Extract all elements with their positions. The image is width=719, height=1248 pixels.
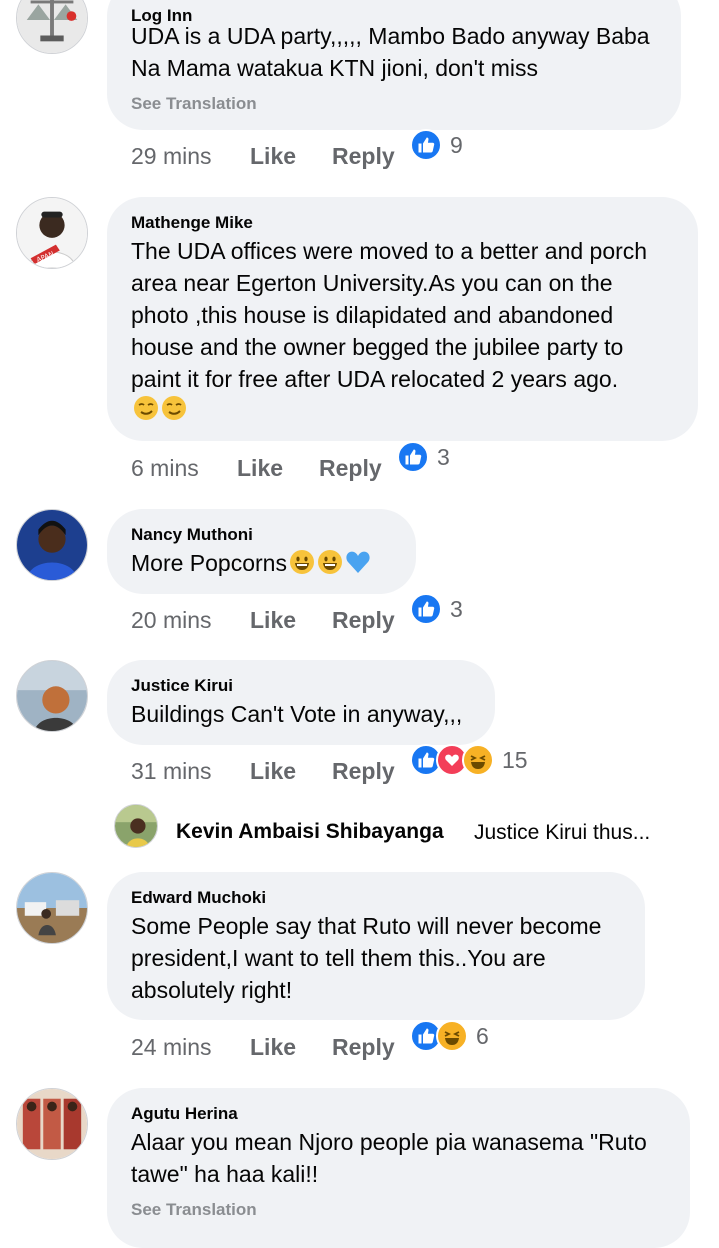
avatar[interactable] <box>16 660 88 732</box>
avatar[interactable] <box>16 509 88 581</box>
comment-text: Alaar you mean Njoro people pia wanasema… <box>131 1129 647 1187</box>
reaction-summary[interactable]: 3 <box>410 593 463 625</box>
reaction-count: 9 <box>450 131 463 158</box>
like-button[interactable]: Like <box>237 455 283 482</box>
reply-button[interactable]: Reply <box>332 758 395 785</box>
comment-text: The UDA offices were moved to a better a… <box>131 238 648 392</box>
like-reaction-icon <box>410 129 442 161</box>
like-button[interactable]: Like <box>250 607 296 634</box>
like-button[interactable]: Like <box>250 143 296 170</box>
blue-heart-emoji <box>345 549 371 575</box>
reaction-summary[interactable]: 6 <box>410 1020 489 1052</box>
reaction-count: 3 <box>450 595 463 622</box>
comment-bubble: Log Inn UDA is a UDA party,,,,, Mambo Ba… <box>107 0 681 130</box>
like-reaction-icon <box>397 441 429 473</box>
comment-time[interactable]: 24 mins <box>131 1034 212 1061</box>
reaction-count: 6 <box>476 1022 489 1049</box>
comment-actions: 20 mins Like Reply 3 <box>131 593 691 641</box>
comment-bubble: Justice Kirui Buildings Can't Vote in an… <box>107 660 495 745</box>
see-translation-link[interactable]: See Translation <box>131 1200 257 1220</box>
avatar[interactable]: APAN <box>16 197 88 269</box>
reply-snippet: Justice Kirui thus... <box>474 821 651 844</box>
see-translation-link[interactable]: See Translation <box>131 94 257 114</box>
comment-bubble: Mathenge Mike The UDA offices were moved… <box>107 197 698 441</box>
comment-text: UDA is a UDA party,,,,, Mambo Bado anywa… <box>131 23 650 81</box>
like-reaction-icon <box>410 593 442 625</box>
avatar[interactable] <box>16 1088 88 1160</box>
smirk-emoji <box>133 395 159 421</box>
comment-time[interactable]: 29 mins <box>131 143 212 170</box>
like-button[interactable]: Like <box>250 1034 296 1061</box>
comment-text: Some People say that Ruto will never bec… <box>131 913 602 1003</box>
comment-bubble: Edward Muchoki Some People say that Ruto… <box>107 872 645 1020</box>
comment-text-row: More Popcorns <box>131 547 371 579</box>
reply-preview[interactable]: Kevin Ambaisi Shibayanga Justice Kirui t… <box>114 804 714 850</box>
comment-actions: 6 mins Like Reply 3 <box>131 441 691 489</box>
reaction-summary[interactable]: 15 <box>410 744 528 776</box>
avatar[interactable] <box>16 872 88 944</box>
comment-time[interactable]: 20 mins <box>131 607 212 634</box>
comment-author[interactable]: Edward Muchoki <box>131 888 266 908</box>
haha-reaction-icon <box>436 1020 468 1052</box>
comment-actions: 24 mins Like Reply 6 <box>131 1020 691 1068</box>
comment-text: Buildings Can't Vote in anyway,,, <box>131 701 463 727</box>
like-button[interactable]: Like <box>250 758 296 785</box>
comment-time[interactable]: 31 mins <box>131 758 212 785</box>
reply-author[interactable]: Kevin Ambaisi Shibayanga <box>176 820 444 844</box>
haha-reaction-icon <box>462 744 494 776</box>
reply-button[interactable]: Reply <box>332 1034 395 1061</box>
comment-bubble: Agutu Herina Alaar you mean Njoro people… <box>107 1088 690 1248</box>
comment-actions: 31 mins Like Reply 15 <box>131 744 691 792</box>
avatar[interactable] <box>16 0 88 54</box>
comment-bubble: Nancy Muthoni More Popcorns <box>107 509 416 594</box>
grin-emoji <box>317 549 343 575</box>
reaction-summary[interactable]: 3 <box>397 441 450 473</box>
comment-author[interactable]: Justice Kirui <box>131 676 233 696</box>
comment-author[interactable]: Agutu Herina <box>131 1104 238 1124</box>
smirk-emoji <box>161 395 187 421</box>
comment-emojis <box>131 395 187 422</box>
avatar <box>114 804 158 848</box>
grin-emoji <box>289 549 315 575</box>
reaction-count: 3 <box>437 443 450 470</box>
reaction-count: 15 <box>502 746 528 773</box>
reaction-summary[interactable]: 9 <box>410 129 463 161</box>
comment-author[interactable]: Mathenge Mike <box>131 213 253 233</box>
comment-actions: 29 mins Like Reply 9 <box>131 129 691 177</box>
comment-text: More Popcorns <box>131 550 287 576</box>
reply-button[interactable]: Reply <box>332 143 395 170</box>
comment-time[interactable]: 6 mins <box>131 455 199 482</box>
reply-button[interactable]: Reply <box>319 455 382 482</box>
reply-button[interactable]: Reply <box>332 607 395 634</box>
comment-author[interactable]: Nancy Muthoni <box>131 525 253 545</box>
